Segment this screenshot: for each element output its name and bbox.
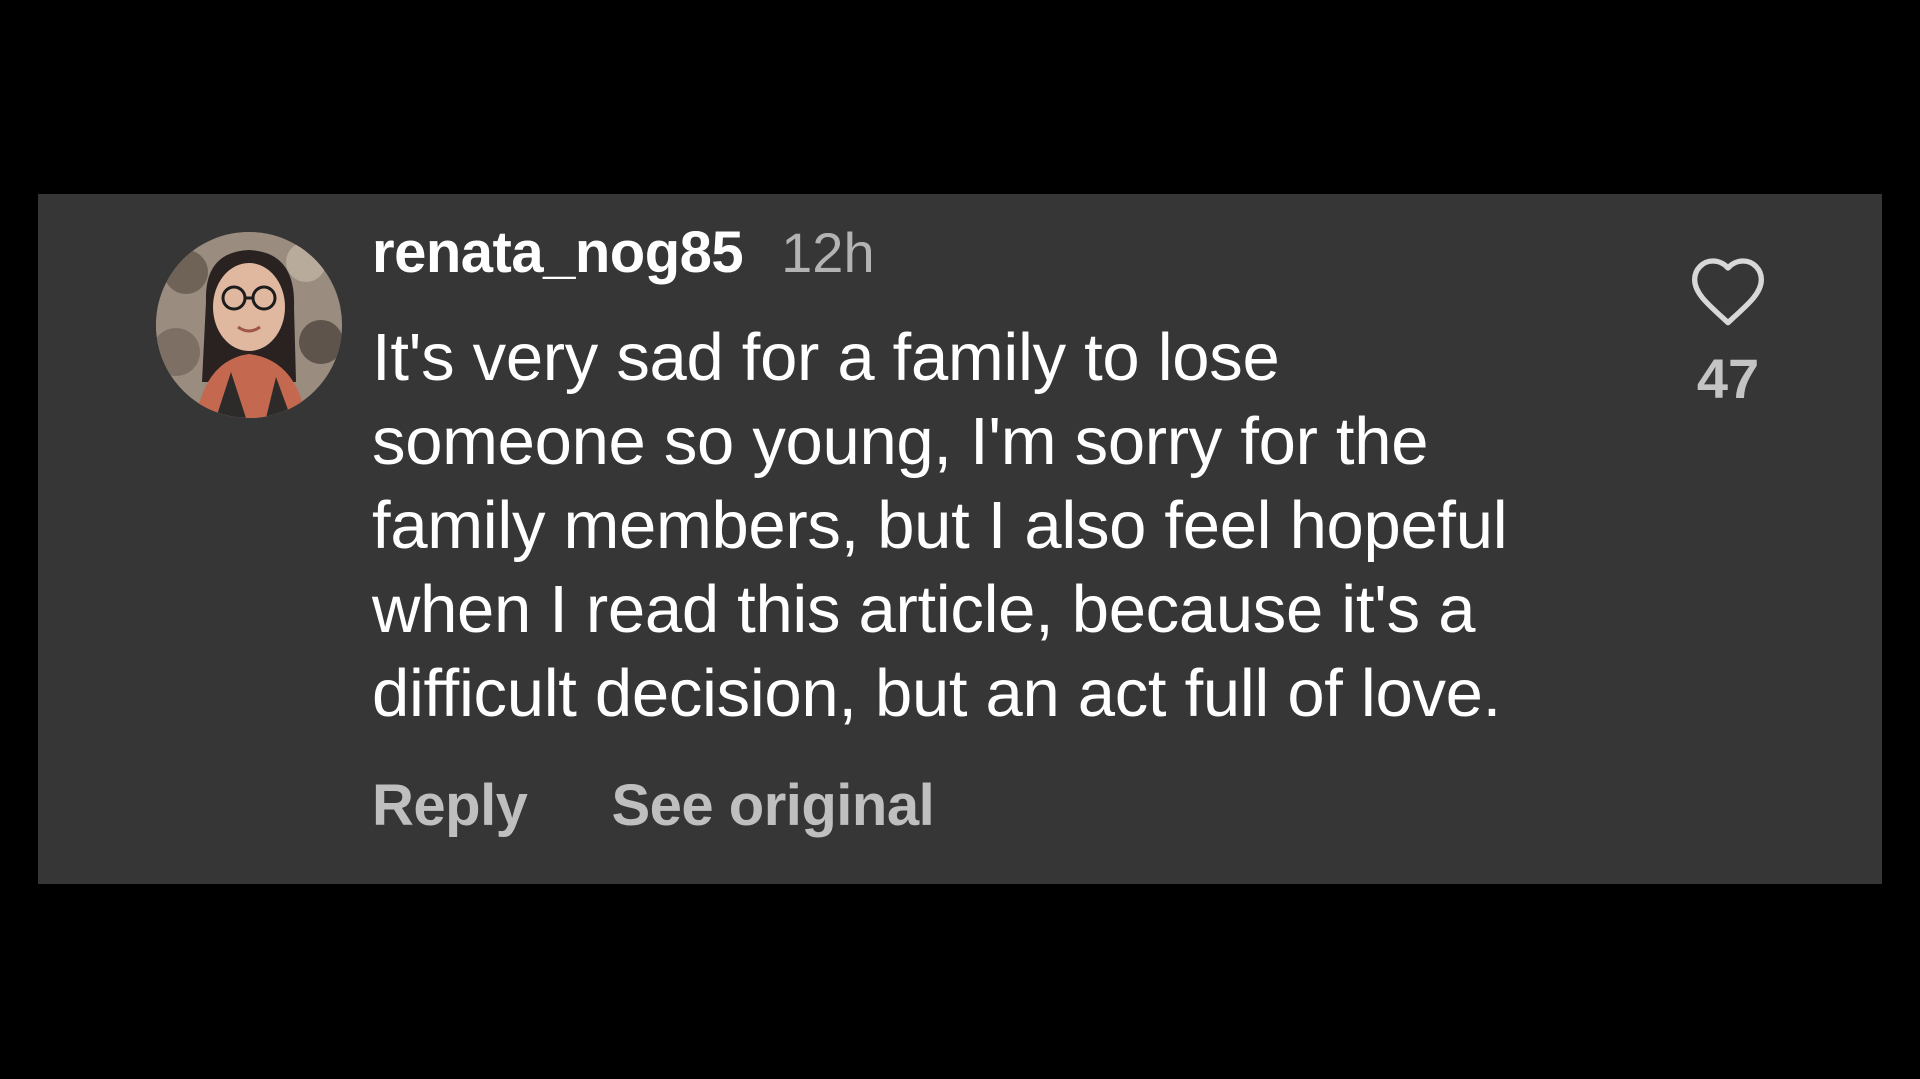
comment-text: It's very sad for a family to lose someo… xyxy=(372,320,1508,731)
like-area: 47 xyxy=(1678,254,1778,411)
comment-actions: Reply See original xyxy=(372,766,1672,846)
comment-body: renata_nog85 12h It's very sad for a fam… xyxy=(372,218,1672,846)
username[interactable]: renata_nog85 xyxy=(372,218,744,288)
like-count: 47 xyxy=(1696,347,1760,410)
reply-button[interactable]: Reply xyxy=(372,766,528,846)
timestamp: 12h xyxy=(781,221,875,284)
comment-meta: renata_nog85 12h xyxy=(372,218,1672,288)
see-original-button[interactable]: See original xyxy=(611,766,934,846)
heart-outline-icon[interactable] xyxy=(1688,254,1768,328)
avatar[interactable] xyxy=(156,232,342,418)
comment-card: renata_nog85 12h It's very sad for a fam… xyxy=(38,194,1882,884)
